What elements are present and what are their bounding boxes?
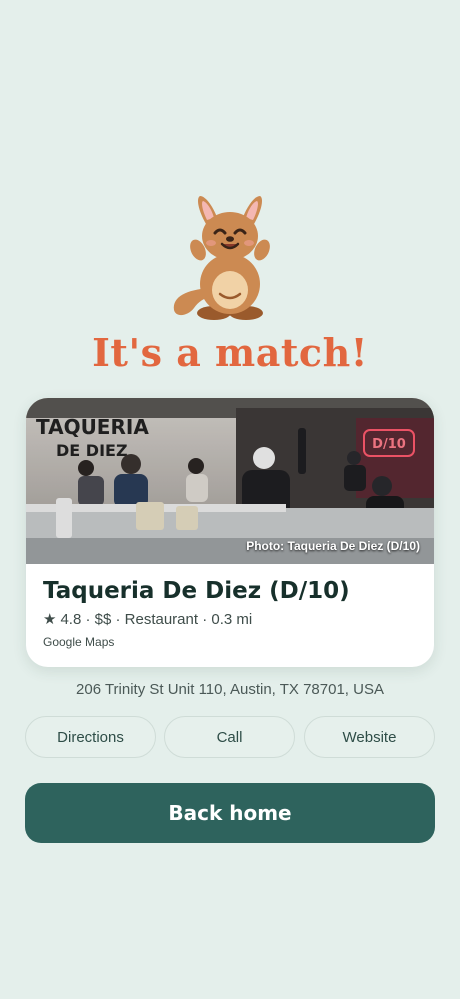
directions-button[interactable]: Directions [25,716,156,758]
action-row: Directions Call Website [25,716,435,758]
website-button[interactable]: Website [304,716,435,758]
star-icon: ★ [43,611,57,628]
place-photo: D/10 TAQUERIA DE DIEZ [26,398,434,564]
place-name: Taqueria De Diez (D/10) [43,578,350,604]
place-card[interactable]: D/10 TAQUERIA DE DIEZ [26,398,434,667]
back-home-button[interactable]: Back home [25,783,435,843]
place-address: 206 Trinity St Unit 110, Austin, TX 7870… [76,681,384,698]
place-meta-text: 4.8 · $$ · Restaurant · 0.3 mi [60,611,253,628]
call-button[interactable]: Call [164,716,295,758]
match-screen: It's a match! D/10 [0,0,460,999]
place-meta: ★ 4.8 · $$ · Restaurant · 0.3 mi [43,610,252,628]
place-source[interactable]: Google Maps [43,635,114,649]
photo-credit: Photo: Taqueria De Diez (D/10) [246,539,420,553]
kangaroo-mascot-icon [168,192,292,324]
match-headline: It's a match! [92,330,368,375]
